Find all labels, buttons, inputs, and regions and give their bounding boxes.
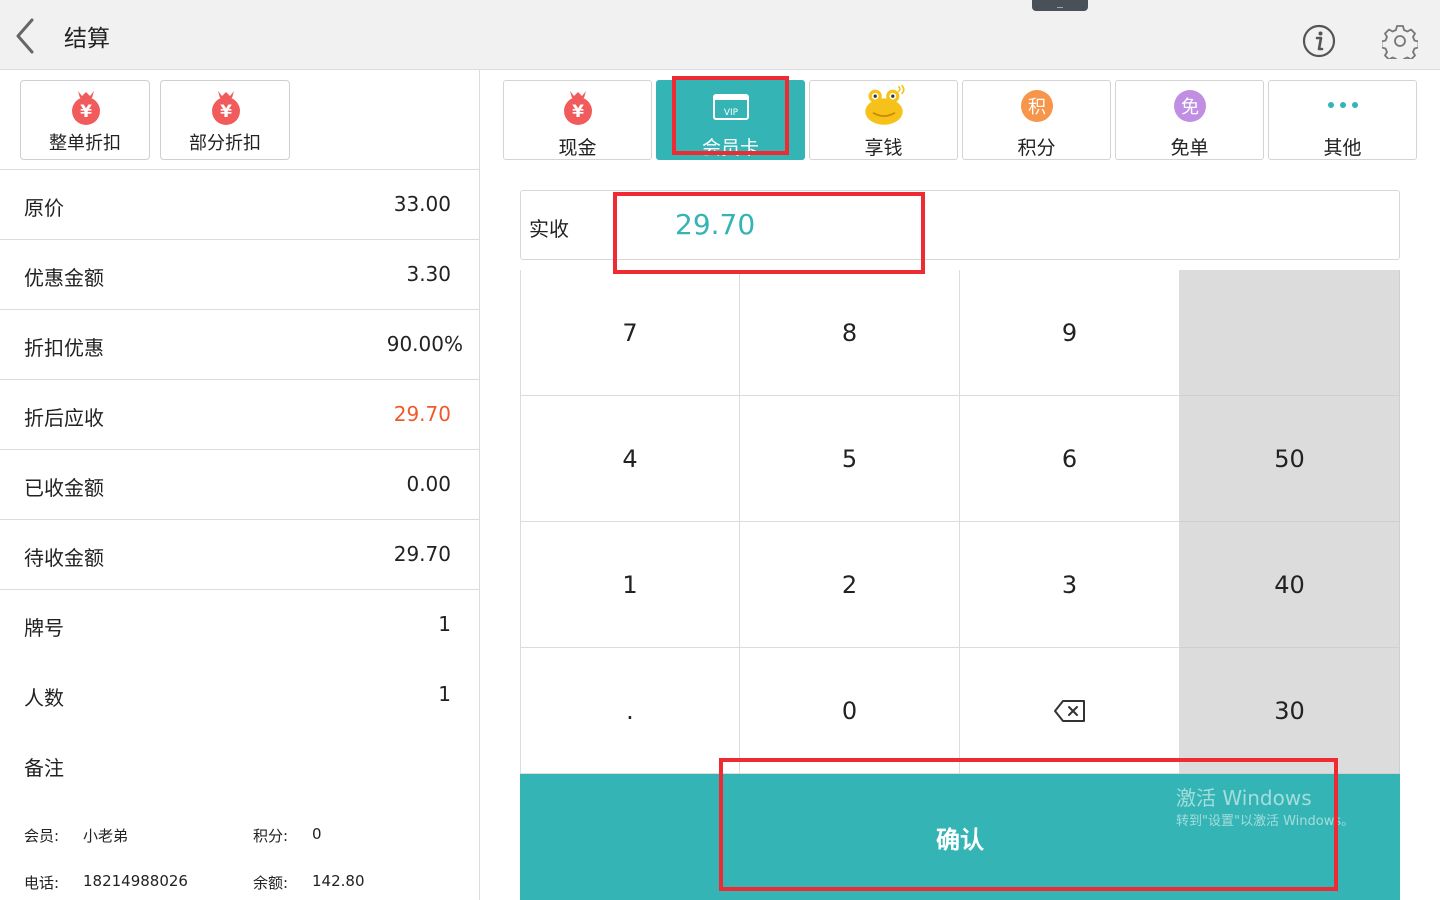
table-number-row[interactable]: 牌号 1 [0, 590, 479, 660]
chevron-left-icon [16, 18, 34, 54]
whole-order-discount-button[interactable]: ¥ 整单折扣 [20, 80, 150, 160]
quick-amount-30[interactable]: 30 [1180, 648, 1400, 774]
vip-badge: VIP [724, 108, 739, 118]
key-3[interactable]: 3 [960, 522, 1180, 648]
original-price-value: 33.00 [393, 192, 451, 216]
page-title: 结算 [64, 26, 110, 52]
info-button[interactable] [1302, 24, 1336, 58]
pay-tab-points[interactable]: 积 积分 [962, 80, 1111, 160]
row-label: 人数 [24, 686, 64, 710]
received-value: 0.00 [406, 472, 451, 496]
table-number-value: 1 [438, 612, 451, 636]
member-phone: 18214988026 [83, 872, 188, 890]
pay-tab-free[interactable]: 免 免单 [1115, 80, 1264, 160]
info-icon [1302, 24, 1336, 58]
pay-tab-label: 享钱 [864, 137, 903, 159]
row-label: 折扣优惠 [24, 336, 104, 360]
gear-icon [1380, 25, 1420, 64]
free-badge: 免 [1181, 97, 1199, 118]
pay-tab-label: 免单 [1170, 137, 1209, 159]
member-balance-label: 余额: [253, 874, 289, 892]
key-0[interactable]: 0 [740, 648, 960, 774]
actual-received-input[interactable] [675, 208, 1275, 241]
key-7[interactable]: 7 [520, 270, 740, 396]
row-label: 折后应收 [24, 406, 104, 430]
pay-tab-label: 积分 [1017, 137, 1056, 159]
windows-activation-hint: 转到"设置"以激活 Windows。 [1176, 814, 1355, 829]
actual-received-label: 实收 [529, 217, 569, 241]
original-price-row: 原价 33.00 [0, 170, 479, 240]
discount-toolbar: ¥ 整单折扣 ¥ 部分折扣 [0, 70, 479, 170]
pay-tab-cash[interactable]: ¥ 现金 [503, 80, 652, 160]
received-row: 已收金额 0.00 [0, 450, 479, 520]
pay-tab-label: 会员卡 [701, 137, 759, 159]
money-bag-icon: ¥ [72, 91, 100, 125]
svg-text:¥: ¥ [572, 102, 584, 122]
windows-activation-watermark: 激活 Windows [1176, 786, 1312, 810]
numeric-keypad: 7 8 9 4 5 6 50 1 2 3 40 . 0 30 [520, 270, 1400, 774]
discount-rate-row: 折扣优惠 90.00% [0, 310, 479, 380]
row-label: 备注 [24, 756, 64, 780]
payable-row: 折后应收 29.70 [0, 380, 479, 450]
window-handle[interactable] [1032, 0, 1088, 11]
discount-label: 部分折扣 [189, 133, 261, 154]
key-6[interactable]: 6 [960, 396, 1180, 522]
key-1[interactable]: 1 [520, 522, 740, 648]
discount-rate-value: 90.00% [386, 332, 463, 356]
guests-row[interactable]: 人数 1 [0, 660, 479, 730]
money-bag-icon: ¥ [564, 91, 592, 125]
back-button[interactable] [12, 18, 42, 54]
points-badge: 积 [1028, 97, 1046, 118]
key-9[interactable]: 9 [960, 270, 1180, 396]
member-phone-label: 电话: [24, 874, 60, 892]
discount-amount-row: 优惠金额 3.30 [0, 240, 479, 310]
key-8[interactable]: 8 [740, 270, 960, 396]
pay-tab-label: 现金 [558, 137, 597, 159]
discount-amount-value: 3.30 [406, 262, 451, 286]
member-name-label: 会员: [24, 827, 60, 845]
key-4[interactable]: 4 [520, 396, 740, 522]
member-name: 小老弟 [83, 827, 129, 845]
svg-text:¥: ¥ [80, 102, 92, 122]
pending-row: 待收金额 29.70 [0, 520, 479, 590]
row-label: 待收金额 [24, 546, 104, 570]
pay-tab-label: 其他 [1323, 137, 1362, 159]
points-icon: 积 [1021, 90, 1053, 122]
guests-value: 1 [438, 682, 451, 706]
row-label: 原价 [24, 196, 64, 220]
svg-text:¥: ¥ [220, 102, 232, 122]
quick-amount-50[interactable]: 50 [1180, 396, 1400, 522]
pay-tab-other[interactable]: 其他 [1268, 80, 1417, 160]
more-icon [1328, 102, 1358, 108]
partial-discount-button[interactable]: ¥ 部分折扣 [160, 80, 290, 160]
vip-card-icon: VIP [713, 94, 749, 120]
order-summary-panel: ¥ 整单折扣 ¥ 部分折扣 原价 33.00 优惠金额 3.30 折扣优惠 90… [0, 70, 480, 900]
payable-value: 29.70 [393, 402, 451, 426]
pay-tab-member-card[interactable]: VIP 会员卡 [656, 80, 805, 160]
quick-amount-blank[interactable] [1180, 270, 1400, 396]
free-icon: 免 [1174, 90, 1206, 122]
row-label: 牌号 [24, 616, 64, 640]
discount-label: 整单折扣 [49, 133, 121, 154]
member-points-label: 积分: [253, 827, 289, 845]
pay-tab-xiangqian[interactable]: 享钱 [809, 80, 958, 160]
row-label: 优惠金额 [24, 266, 104, 290]
settings-button[interactable] [1380, 23, 1420, 64]
member-points: 0 [312, 825, 322, 843]
actual-received-field[interactable]: 实收 [520, 190, 1400, 260]
backspace-icon [1053, 699, 1085, 722]
key-backspace[interactable] [960, 648, 1180, 774]
money-bag-icon: ¥ [212, 91, 240, 125]
key-decimal[interactable]: . [520, 648, 740, 774]
row-label: 已收金额 [24, 476, 104, 500]
key-5[interactable]: 5 [740, 396, 960, 522]
quick-amount-40[interactable]: 40 [1180, 522, 1400, 648]
remark-row[interactable]: 备注 [0, 730, 479, 800]
frog-mascot-icon [865, 84, 905, 125]
pending-value: 29.70 [393, 542, 451, 566]
member-balance: 142.80 [312, 872, 365, 890]
top-bar: 结算 [0, 0, 1440, 70]
key-2[interactable]: 2 [740, 522, 960, 648]
